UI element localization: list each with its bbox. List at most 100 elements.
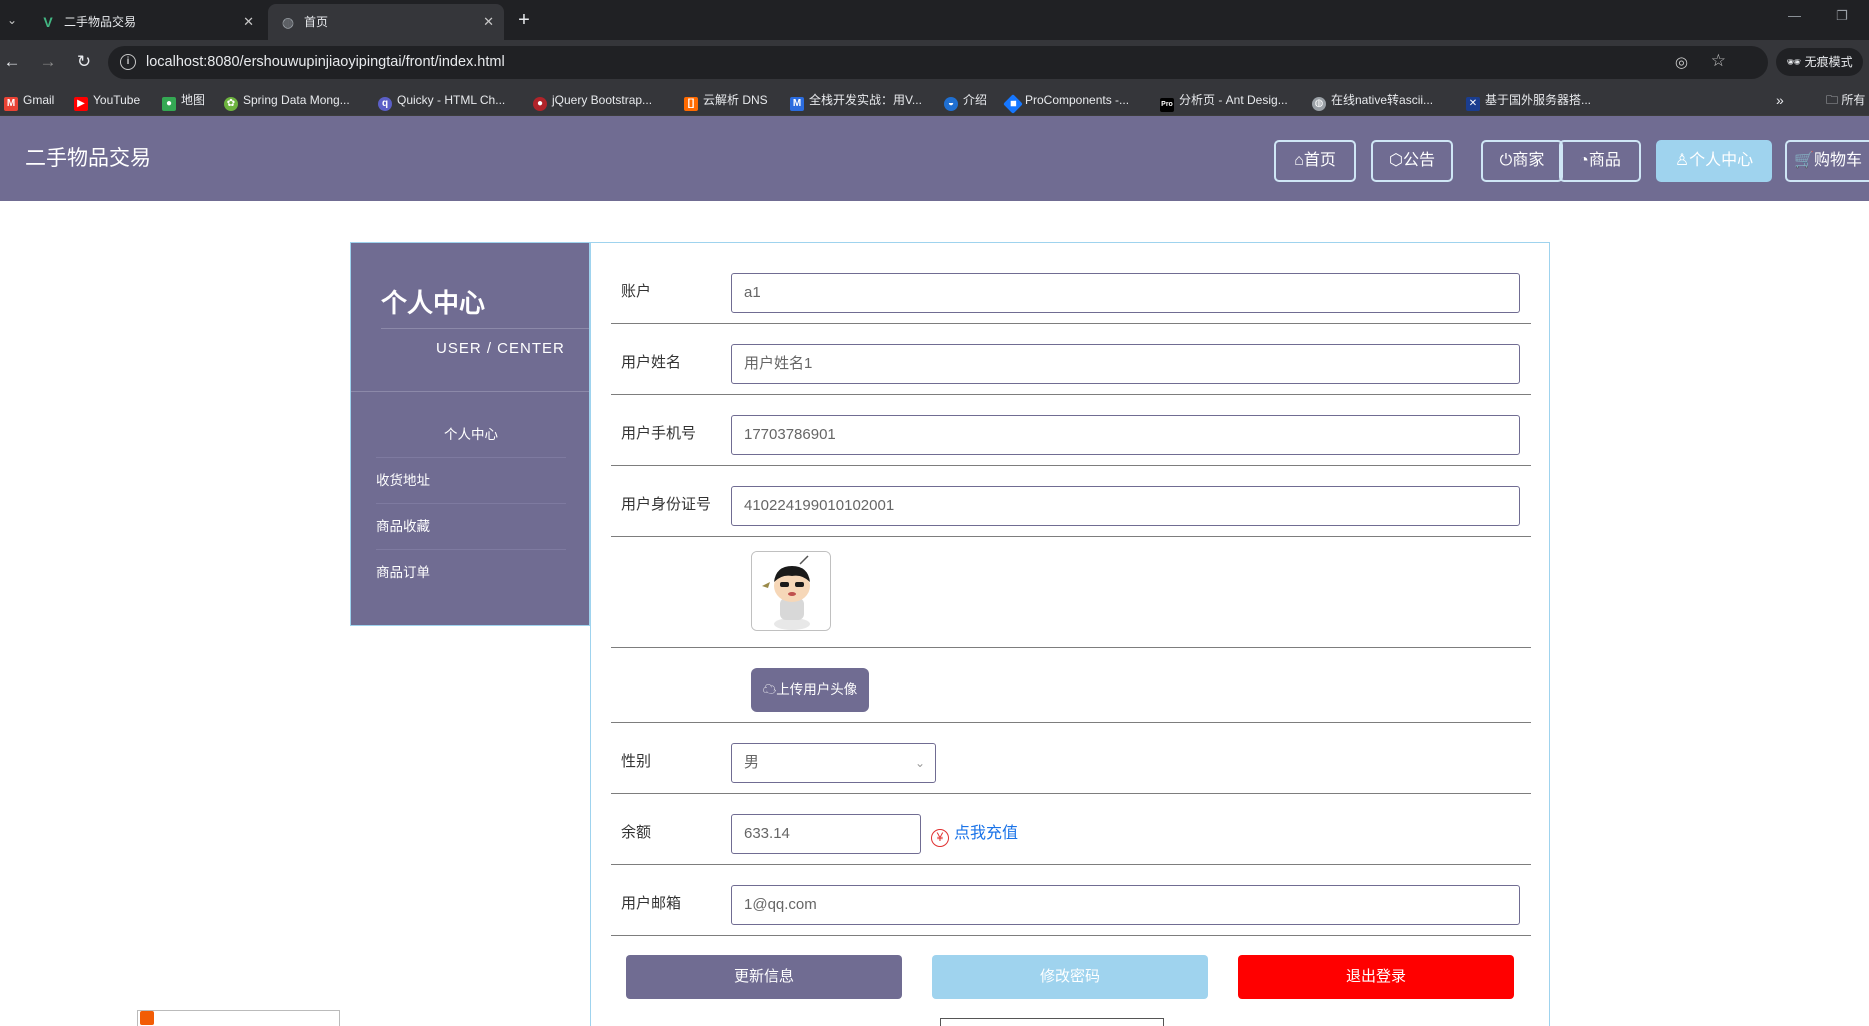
nav-merchant-button[interactable]: ⏻商家 [1481,140,1563,182]
form-row-account: 账户 a1 [611,243,1531,324]
form-row-balance: 余额 633.14 ¥ 点我充值 [611,794,1531,865]
all-bookmarks-folder[interactable]: 🗀 所有 [1826,85,1865,116]
form-row-gender: 性别 男 ⌄ [611,723,1531,794]
form-row-avatar [611,537,1531,648]
bookmark-item[interactable]: M Gmail [4,85,54,116]
sidebar-item-orders[interactable]: 商品订单 [376,550,566,596]
bookmark-item[interactable]: M 全栈开发实战：用V... [790,85,922,116]
upload-avatar-button[interactable]: ☁上传用户头像 [751,668,869,712]
profile-form-panel: 账户 a1 用户姓名 用户姓名1 用户手机号 17703786901 用户身份证… [590,242,1550,1026]
restore-icon[interactable]: ❐ [1836,8,1848,24]
folder-icon: 🗀 [1826,93,1839,107]
maps-icon: ● [162,97,176,111]
sidebar-subtitle: USER / CENTER [436,340,565,357]
divider [351,391,589,392]
new-tab-icon[interactable]: + [512,8,536,32]
bookmark-item[interactable]: ✿ Spring Data Mong... [224,85,350,116]
page-footer-box [940,1018,1164,1026]
id-card-field[interactable]: 410224199010102001 [731,486,1520,526]
minimize-icon[interactable]: — [1788,8,1801,23]
tab-title: 首页 [304,15,329,29]
browser-tab-1[interactable]: V 二手物品交易 ✕ [28,4,264,40]
cartoon-avatar-icon [752,552,830,630]
site-title: 二手物品交易 [25,147,151,170]
jquery-icon: ● [533,97,547,111]
bookmarks-more-icon[interactable]: » [1776,85,1784,116]
aliyun-icon: [] [684,97,698,111]
url-text[interactable]: localhost:8080/ershouwupinjiaoyipingtai/… [146,46,505,79]
logout-button[interactable]: 退出登录 [1238,955,1514,999]
bookmark-item[interactable]: ◍ 在线native转ascii... [1312,85,1433,116]
bookmark-item[interactable]: ● 地图 [162,85,205,116]
ime-toolbar[interactable] [137,1010,340,1026]
flag-icon: ✕ [1466,97,1480,111]
nav-goods-button[interactable]: ◔商品 [1559,140,1641,182]
sogou-icon [140,1011,154,1025]
bookmark-item[interactable]: ◆ ProComponents -... [1003,85,1129,116]
back-icon[interactable]: ← [0,50,24,74]
name-label: 用户姓名 [621,354,682,371]
account-field[interactable]: a1 [731,273,1520,313]
yen-icon: ¥ [931,829,949,847]
bookmarks-bar: M Gmail ▶ YouTube ● 地图 ✿ Spring Data Mong...… [0,85,1869,116]
cloud-upload-icon: ☁ [762,682,777,697]
balance-field[interactable]: 633.14 [731,814,921,854]
tab-title: 二手物品交易 [64,15,137,29]
bookmark-item[interactable]: ◒ 介绍 [944,85,987,116]
balance-label: 余额 [621,824,652,841]
change-password-button[interactable]: 修改密码 [932,955,1208,999]
address-bar[interactable]: i localhost:8080/ershouwupinjiaoyipingta… [108,46,1768,79]
spring-icon: ✿ [224,97,238,111]
form-row-id-card: 用户身份证号 410224199010102001 [611,466,1531,537]
sidebar-item-address[interactable]: 收货地址 [376,458,566,504]
close-tab-icon[interactable]: ✕ [243,4,254,40]
sidebar-item-user-center[interactable]: 个人中心 [376,412,566,458]
nav-home-button[interactable]: ⌂首页 [1274,140,1356,182]
half-circle-icon: ◒ [944,97,958,111]
chevron-down-icon: ⌄ [914,756,925,770]
tab-search-icon[interactable]: ⌄ [2,8,22,32]
nav-user-center-button[interactable]: ♙个人中心 [1656,140,1772,182]
sidebar-title: 个人中心 [381,288,486,318]
bookmark-item[interactable]: ✕ 基于国外服务器搭... [1466,85,1591,116]
update-info-button[interactable]: 更新信息 [626,955,902,999]
divider [381,328,589,329]
gender-label: 性别 [621,753,652,770]
antd-icon: ◆ [1003,94,1023,114]
user-center-sidebar: 个人中心 USER / CENTER 个人中心 收货地址 商品收藏 商品订单 [350,242,590,626]
bookmark-item[interactable]: [] 云解析 DNS [684,85,768,116]
power-icon: ⏻ [1499,152,1513,169]
close-tab-icon[interactable]: ✕ [483,4,494,40]
nav-notice-button[interactable]: ⬡公告 [1371,140,1453,182]
sidebar-item-favorites[interactable]: 商品收藏 [376,504,566,550]
bookmark-item[interactable]: ● jQuery Bootstrap... [533,85,652,116]
form-row-upload: ☁上传用户头像 [611,648,1531,723]
bookmark-item[interactable]: q Quicky - HTML Ch... [378,85,505,116]
browser-tab-2[interactable]: ◍ 首页 ✕ [268,4,504,40]
gender-select[interactable]: 男 ⌄ [731,743,936,783]
bookmark-item[interactable]: ▶ YouTube [74,85,140,116]
name-field[interactable]: 用户姓名1 [731,344,1520,384]
globe-icon: ◍ [1312,97,1326,111]
email-field[interactable]: 1@qq.com [731,885,1520,925]
reload-icon[interactable]: ↻ [72,50,96,74]
phone-label: 用户手机号 [621,425,697,442]
cube-icon: ⬡ [1389,152,1403,169]
user-avatar [751,551,831,631]
eye-off-icon[interactable]: ◎ [1675,53,1688,71]
m-logo-icon: M [790,97,804,111]
browser-toolbar: ← → ↻ i localhost:8080/ershouwupinjiaoyi… [0,40,1869,85]
recharge-link[interactable]: ¥ 点我充值 [931,814,1018,854]
bookmark-item[interactable]: Pro 分析页 - Ant Desig... [1160,85,1288,116]
incognito-indicator[interactable]: 🕶 无痕模式 [1776,48,1863,76]
site-header: 二手物品交易 ⌂首页 ⬡公告 ⏻商家 ◔商品 ♙个人中心 🛒购物车 [0,116,1869,201]
nav-cart-button[interactable]: 🛒购物车 [1785,140,1869,182]
globe-icon: ◍ [281,14,295,30]
incognito-icon: 🕶 [1786,55,1802,69]
phone-field[interactable]: 17703786901 [731,415,1520,455]
site-info-icon[interactable]: i [120,54,136,70]
gender-value: 男 [744,754,760,771]
cart-icon: 🛒 [1794,152,1814,169]
star-icon[interactable]: ☆ [1711,51,1726,71]
forward-icon[interactable]: → [36,50,60,74]
